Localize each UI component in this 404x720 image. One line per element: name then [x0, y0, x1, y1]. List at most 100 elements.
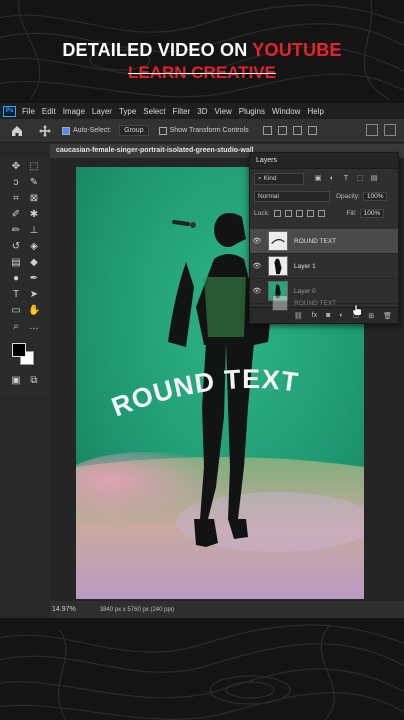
auto-select-checkbox[interactable]: [62, 126, 70, 135]
adjustment-icon[interactable]: ◐: [339, 312, 343, 319]
menu-help[interactable]: Help: [307, 107, 323, 116]
auto-select-label: Auto-Select:: [73, 127, 112, 134]
adjustment-filter-icon[interactable]: ◐: [328, 175, 336, 183]
eyedropper-tool-icon[interactable]: ✐: [10, 209, 22, 221]
layer-name: Layer 1: [294, 262, 316, 270]
home-icon[interactable]: [10, 124, 24, 138]
trash-icon[interactable]: 🗑: [383, 312, 392, 320]
show-transform-checkbox[interactable]: [158, 126, 167, 135]
workspace-icon[interactable]: [384, 124, 396, 136]
type-filter-icon[interactable]: T: [342, 175, 350, 183]
move-tool-icon[interactable]: ✥: [10, 161, 22, 173]
zoom-tool-icon[interactable]: ⌕: [10, 321, 22, 333]
blur-tool-icon[interactable]: ◆: [28, 257, 40, 269]
mask-icon[interactable]: ◙: [326, 312, 330, 319]
fx-icon[interactable]: fx: [312, 312, 317, 319]
filter-icons: ▣ ◐ T ⬚ ▤: [314, 175, 384, 183]
hand-cursor-icon: [352, 304, 362, 316]
blend-row: Normal Opacity: 100%: [254, 191, 394, 202]
spot-heal-tool-icon[interactable]: ✱: [28, 209, 40, 221]
layer-thumbnail: [268, 256, 288, 276]
eraser-tool-icon[interactable]: ◈: [28, 241, 40, 253]
banner-headline-prefix: DETAILED VIDEO ON: [62, 40, 253, 60]
quick-mask-icon[interactable]: ▣: [10, 375, 22, 387]
kind-filter-select[interactable]: ⌕ Kind: [254, 173, 304, 185]
menu-file[interactable]: File: [22, 107, 35, 116]
show-transform-label: Show Transform Controls: [169, 127, 249, 134]
lasso-tool-icon[interactable]: ↄ: [10, 177, 22, 189]
menu-view[interactable]: View: [215, 107, 232, 116]
marquee-tool-icon[interactable]: ⬚: [28, 161, 40, 173]
new-layer-icon[interactable]: ⊞: [368, 312, 374, 320]
options-bar: Auto-Select: Group Show Transform Contro…: [0, 119, 404, 143]
zoom-level[interactable]: 14.97%: [52, 606, 76, 613]
lock-all-icon[interactable]: [317, 210, 325, 217]
align-center-icon[interactable]: [277, 126, 287, 135]
menu-bar: Ps File Edit Image Layer Type Select Fil…: [0, 103, 404, 119]
stamp-tool-icon[interactable]: ⊥: [28, 225, 40, 237]
path-select-tool-icon[interactable]: ➤: [28, 289, 40, 301]
pen-tool-icon[interactable]: ✒: [28, 273, 40, 285]
menu-3d[interactable]: 3D: [197, 107, 207, 116]
frame-tool-icon[interactable]: ⊠: [28, 193, 40, 205]
layer-name: ROUND TEXT: [294, 237, 337, 245]
photoshop-logo-icon: Ps: [3, 105, 16, 117]
banner-headline: DETAILED VIDEO ON YOUTUBE: [0, 40, 404, 61]
lock-paint-icon[interactable]: [284, 210, 292, 217]
options-right-icons: [360, 124, 396, 136]
dragged-layer-thumbnail: [272, 295, 288, 311]
lock-artboard-icon[interactable]: [306, 210, 314, 217]
gradient-tool-icon[interactable]: ▤: [10, 257, 22, 269]
visibility-eye-icon[interactable]: 👁: [250, 287, 264, 295]
menu-edit[interactable]: Edit: [42, 107, 56, 116]
menu-window[interactable]: Window: [272, 107, 300, 116]
lock-pixels-icon[interactable]: [273, 210, 281, 217]
banner-headline-accent: YOUTUBE: [252, 40, 342, 60]
type-tool-icon[interactable]: T: [10, 289, 22, 301]
history-brush-tool-icon[interactable]: ↺: [10, 241, 22, 253]
visibility-eye-icon[interactable]: 👁: [250, 262, 264, 270]
crop-tool-icon[interactable]: ⌗: [10, 193, 22, 205]
auto-select-target-select[interactable]: Group: [119, 125, 149, 136]
layers-panel-title[interactable]: Layers: [250, 153, 398, 169]
brush-tool-icon[interactable]: ✏: [10, 225, 22, 237]
dragged-layer-name: ROUND TEXT: [294, 299, 337, 307]
hand-tool-icon[interactable]: ✋: [28, 305, 40, 317]
align-left-icon[interactable]: [262, 126, 272, 135]
search-icon[interactable]: [366, 124, 378, 136]
menu-select[interactable]: Select: [143, 107, 165, 116]
document-info: 3840 px x 5760 px (240 ppi): [99, 606, 175, 613]
pixel-filter-icon[interactable]: ▣: [314, 175, 322, 183]
move-tool-icon[interactable]: [38, 124, 52, 138]
fill-input[interactable]: 100%: [359, 209, 385, 218]
align-right-icon[interactable]: [292, 126, 302, 135]
visibility-eye-icon[interactable]: 👁: [250, 237, 264, 245]
opacity-input[interactable]: 100%: [362, 192, 388, 201]
menu-plugins[interactable]: Plugins: [239, 107, 265, 116]
tools-panel: ✥ ⬚ ↄ ✎ ⌗ ⊠ ✐ ✱ ✏ ⊥ ↺ ◈ ▤ ◆ ● ✒ T ➤ ▭ ✋ …: [0, 157, 48, 397]
status-bar: 14.97% 3840 px x 5760 px (240 ppi): [50, 601, 404, 618]
menu-type[interactable]: Type: [119, 107, 136, 116]
menu-filter[interactable]: Filter: [173, 107, 191, 116]
layer-row-round-text[interactable]: 👁 ROUND TEXT: [250, 229, 398, 254]
screen-mode-icon[interactable]: ⧉: [28, 375, 40, 387]
more-tools-icon[interactable]: …: [28, 321, 40, 333]
photoshop-window: Ps File Edit Image Layer Type Select Fil…: [0, 103, 404, 618]
lock-position-icon[interactable]: [295, 210, 303, 217]
menu-image[interactable]: Image: [63, 107, 85, 116]
opacity-label: Opacity:: [336, 193, 360, 200]
align-top-icon[interactable]: [307, 126, 317, 135]
rectangle-tool-icon[interactable]: ▭: [10, 305, 22, 317]
dodge-tool-icon[interactable]: ●: [10, 273, 22, 285]
layer-thumbnail: [268, 231, 288, 251]
lock-label: Lock:: [254, 210, 270, 217]
shape-filter-icon[interactable]: ⬚: [356, 175, 364, 183]
link-icon[interactable]: ⛓: [294, 312, 303, 320]
smart-object-filter-icon[interactable]: ▤: [370, 175, 378, 183]
foreground-color-swatch[interactable]: [12, 343, 26, 357]
layer-row-layer-1[interactable]: 👁 Layer 1: [250, 254, 398, 279]
align-buttons: [262, 126, 323, 135]
blend-mode-select[interactable]: Normal: [254, 191, 330, 202]
quick-select-tool-icon[interactable]: ✎: [28, 177, 40, 189]
menu-layer[interactable]: Layer: [92, 107, 112, 116]
